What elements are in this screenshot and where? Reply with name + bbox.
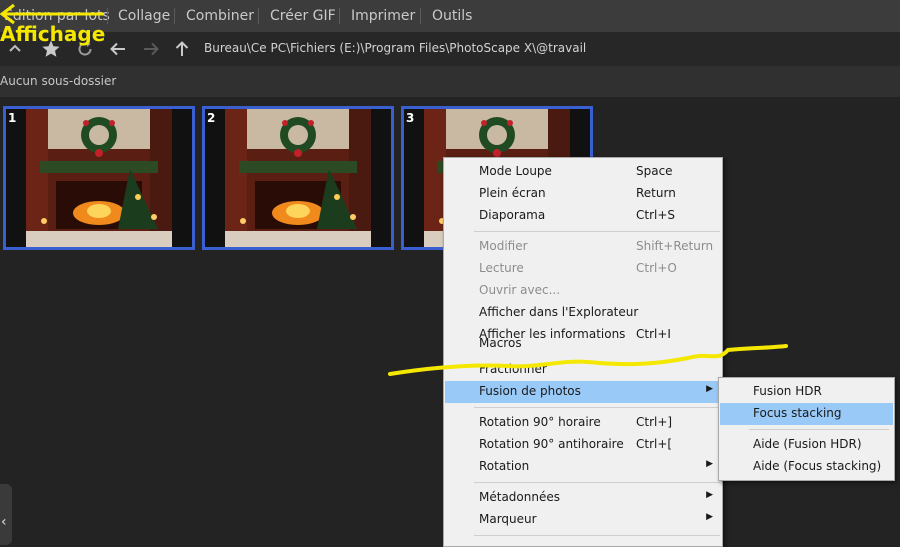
toolbar: Bureau\Ce PC\Fichiers (E:)\Program Files… xyxy=(0,32,900,66)
menu-collage[interactable]: Collage xyxy=(118,0,170,32)
path-breadcrumb[interactable]: Bureau\Ce PC\Fichiers (E:)\Program Files… xyxy=(204,41,586,55)
back-icon[interactable] xyxy=(103,32,133,66)
menu-item-label: Fusion de photos xyxy=(479,384,581,398)
annotation-underline xyxy=(388,344,788,376)
menu-item-label: Lecture xyxy=(479,261,524,275)
menu-item-label: Rotation 90° antihoraire xyxy=(479,437,624,451)
menu-item-lecture: Lecture Ctrl+O xyxy=(445,258,721,280)
submenu-arrow-icon: ▶ xyxy=(706,459,713,469)
menu-separator xyxy=(474,231,720,232)
menu-item-label: Plein écran xyxy=(479,186,546,200)
menu-item-label: Rotation 90° horaire xyxy=(479,415,601,429)
photo-image xyxy=(26,109,172,247)
parent-folder-icon[interactable] xyxy=(167,32,197,66)
submenu-item-aide-focus-stacking[interactable]: Aide (Focus stacking) xyxy=(720,456,893,478)
menu-separator xyxy=(474,482,720,483)
menu-item-shortcut: Ctrl+[ xyxy=(636,437,673,451)
subfolder-status: Aucun sous-dossier xyxy=(0,74,117,88)
menu-item-rotation-antihoraire[interactable]: Rotation 90° antihoraire Ctrl+[ xyxy=(445,434,721,456)
menu-item-label: Marqueur xyxy=(479,512,537,526)
menu-item-diaporama[interactable]: Diaporama Ctrl+S xyxy=(445,205,721,227)
menu-item-shortcut: Ctrl+O xyxy=(636,261,677,275)
menubar: Edition par lots Collage Combiner Créer … xyxy=(0,0,900,32)
thumbnail[interactable]: 1 xyxy=(3,106,195,250)
menu-item-label: Ouvrir avec... xyxy=(479,283,561,297)
thumbnail-number: 3 xyxy=(406,111,415,125)
forward-icon[interactable] xyxy=(136,32,166,66)
menu-item-shortcut: Shift+Return xyxy=(636,239,714,253)
submenu-item-fusion-hdr[interactable]: Fusion HDR xyxy=(720,381,893,403)
menu-item-label: Aide (Focus stacking) xyxy=(753,459,882,473)
annotation-label: Affichage xyxy=(0,22,106,46)
menu-item-label: Afficher dans l'Explorateur xyxy=(479,305,639,319)
subfolder-bar: Aucun sous-dossier xyxy=(0,66,900,97)
menu-item-shortcut: Space xyxy=(636,164,673,178)
menu-item-fusion-de-photos[interactable]: Fusion de photos ▶ xyxy=(445,381,721,403)
menu-separator xyxy=(420,8,421,24)
menu-item-label: Métadonnées xyxy=(479,490,560,504)
menu-item-marqueur[interactable]: Marqueur ▶ xyxy=(445,509,721,531)
menu-item-modifier: Modifier Shift+Return xyxy=(445,236,721,258)
chevron-left-icon: ‹ xyxy=(1,514,7,530)
menu-item-shortcut: Ctrl+S xyxy=(636,208,676,222)
menu-separator xyxy=(339,8,340,24)
menu-separator xyxy=(474,535,720,536)
submenu-arrow-icon: ▶ xyxy=(706,512,713,522)
menu-item-plein-ecran[interactable]: Plein écran Return xyxy=(445,183,721,205)
submenu-item-focus-stacking[interactable]: Focus stacking xyxy=(720,403,893,425)
menu-item-mode-loupe[interactable]: Mode Loupe Space xyxy=(445,161,721,183)
menu-item-shortcut: Ctrl+] xyxy=(636,415,673,429)
thumbnail-number: 1 xyxy=(8,111,17,125)
menu-item-label: Aide (Fusion HDR) xyxy=(753,437,862,451)
menu-item-rotation-horaire[interactable]: Rotation 90° horaire Ctrl+] xyxy=(445,412,721,434)
menu-item-ouvrir-avec: Ouvrir avec... xyxy=(445,280,721,302)
menu-item-label: Mode Loupe xyxy=(479,164,552,178)
menu-outils[interactable]: Outils xyxy=(432,0,472,32)
menu-item-label: Rotation xyxy=(479,459,530,473)
photo-image xyxy=(225,109,371,247)
submenu-item-aide-fusion-hdr[interactable]: Aide (Fusion HDR) xyxy=(720,434,893,456)
submenu-arrow-icon: ▶ xyxy=(706,490,713,500)
thumbnail[interactable]: 2 xyxy=(202,106,394,250)
menu-item-label: Fusion HDR xyxy=(753,384,822,398)
submenu-arrow-icon: ▶ xyxy=(706,384,713,394)
menu-separator xyxy=(258,8,259,24)
menu-separator xyxy=(749,429,889,430)
submenu-fusion-de-photos: Fusion HDR Focus stacking Aide (Fusion H… xyxy=(718,377,895,481)
menu-item-rotation[interactable]: Rotation ▶ xyxy=(445,456,721,478)
menu-item-label: Focus stacking xyxy=(753,406,842,420)
panel-collapse-button[interactable]: ‹ xyxy=(0,484,12,545)
menu-imprimer[interactable]: Imprimer xyxy=(351,0,415,32)
menu-creer-gif[interactable]: Créer GIF xyxy=(270,0,336,32)
menu-item-afficher-explorateur[interactable]: Afficher dans l'Explorateur xyxy=(445,302,721,324)
menu-item-shortcut: Return xyxy=(636,186,676,200)
menu-separator xyxy=(474,407,720,408)
menu-item-label: Modifier xyxy=(479,239,528,253)
menu-item-metadonnees[interactable]: Métadonnées ▶ xyxy=(445,487,721,509)
menu-separator xyxy=(174,8,175,24)
menu-item-label: Diaporama xyxy=(479,208,546,222)
menu-combiner[interactable]: Combiner xyxy=(186,0,254,32)
thumbnail-number: 2 xyxy=(207,111,216,125)
